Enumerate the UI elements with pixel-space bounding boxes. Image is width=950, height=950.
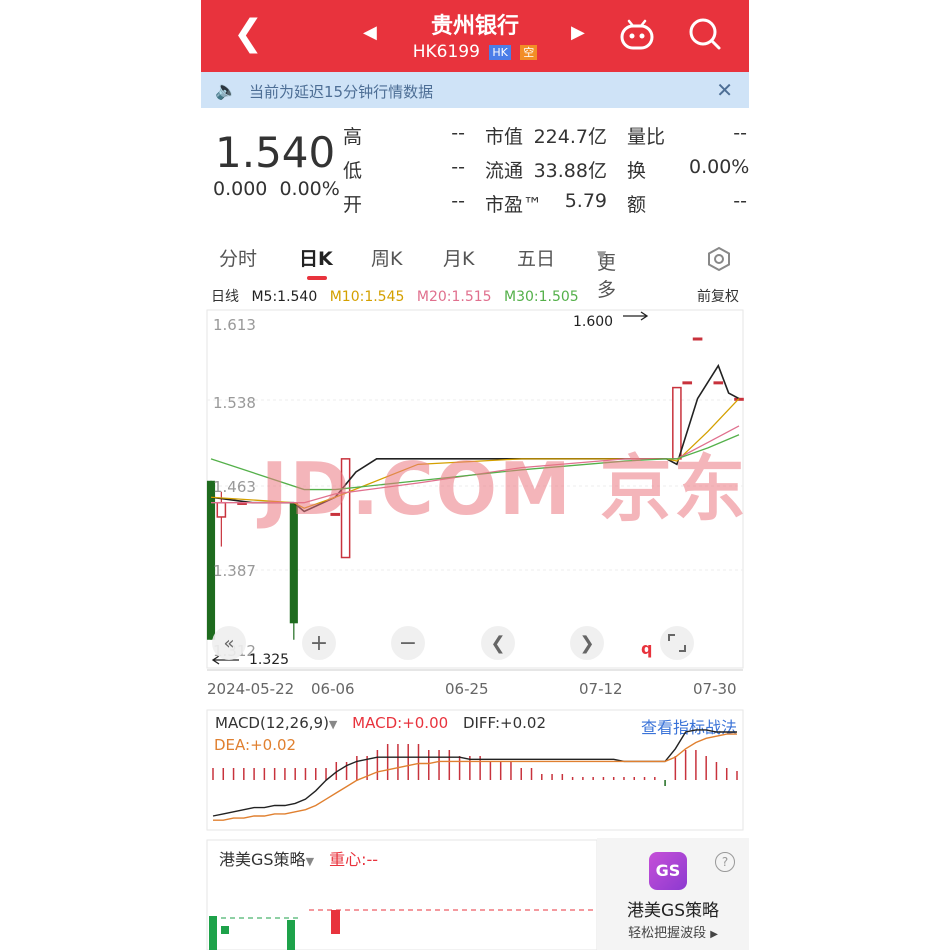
adjust-mode[interactable]: 前复权 [697,286,739,306]
pe-value: 5.79 [564,190,607,212]
gs-bar [209,916,217,950]
search-icon[interactable] [687,16,723,52]
open-label: 开 [343,194,363,216]
dea-line [213,733,737,821]
delay-notice-bar: 🔈 当前为延迟15分钟行情数据 ✕ [201,72,749,108]
high-label: 高 [343,126,363,148]
gs-bar [221,926,229,934]
x-tick-label: 07-30 [693,680,737,698]
caret-down-icon: ▼ [597,248,607,262]
gs-strategy-chart [206,839,597,950]
fullscreen-button[interactable] [660,626,694,660]
period-tabs: 分时 日K 周K 月K 五日 更多 ▼ [201,240,749,301]
macd-chart [206,709,744,831]
volume-ratio-value: -- [733,122,747,144]
arrow-right-icon [623,311,649,321]
x-tick-label: 2024-05-22 [207,680,294,698]
settings-hexagon-icon[interactable] [706,246,732,272]
prev-candle-button[interactable]: ❮ [481,626,515,660]
gs-promo-subtitle-text: 轻松把握波段 [628,926,707,941]
low-label: 低 [343,160,363,182]
tab-daily-k[interactable]: 日K [299,244,333,271]
market-cap-label: 市值 [485,126,524,148]
low-marker-label: 1.325 [249,652,289,668]
play-icon: ▶ [710,929,718,940]
market-cap-value: 224.7亿 [533,126,607,148]
turnover-label: 换 [627,160,647,182]
next-candle-button[interactable]: ❯ [570,626,604,660]
stock-name: 贵州银行 [430,14,519,39]
ma30-value: M30:1.505 [504,289,579,305]
top-bar: ❮ ◀ 贵州银行 HK6199 HK 空 ▶ [201,0,749,72]
q-marker: q [641,639,652,658]
help-icon[interactable]: ? [715,852,735,872]
svg-text:❯: ❯ [579,633,594,654]
speaker-icon: 🔈 [215,80,238,101]
ma5-value: M5:1.540 [251,289,318,305]
market-badge: HK [489,44,511,60]
quote-panel: 1.540 0.000 0.00% 高 低 开 -- -- -- 市值 流通 市… [201,108,749,228]
open-value: -- [451,190,465,212]
stock-code-line: HK6199 HK 空 [201,42,749,62]
gs-bar [331,910,340,934]
high-marker-label: 1.600 [573,314,613,330]
x-tick-label: 06-06 [311,680,355,698]
svg-text:❮: ❮ [490,633,505,654]
zoom-in-button[interactable]: + [302,626,336,660]
amount-value: -- [733,190,747,212]
y-tick-label: 1.463 [213,478,256,496]
delay-notice-text: 当前为延迟15分钟行情数据 [249,83,434,101]
svg-text:−: − [399,631,417,656]
tab-weekly-k[interactable]: 周K [371,244,402,271]
volume-ratio-label: 量比 [627,126,666,148]
jd-watermark: JD.COM 京东 [261,447,748,531]
svg-text:«: « [223,633,234,654]
candle [692,337,703,341]
gs-logo: GS [649,852,687,890]
gs-promo-subtitle[interactable]: 轻松把握波段 ▶ [597,922,749,941]
next-stock-icon[interactable]: ▶ [571,22,585,43]
svg-text:+: + [310,631,328,656]
x-tick-label: 07-12 [579,680,623,698]
gs-promo-card[interactable]: GS ? 港美GS策略 轻松把握波段 ▶ [597,838,749,950]
gs-frame [206,839,597,950]
amount-label: 额 [627,194,647,216]
candle [713,381,724,385]
float-label: 流通 [485,160,524,182]
change-amount: 0.000 [213,178,268,200]
ma-legend: 日线 M5:1.540 M10:1.545 M20:1.515 M30:1.50… [211,286,579,306]
active-tab-indicator [307,276,327,280]
zoom-out-button[interactable]: − [391,626,425,660]
macd-frame [206,709,744,831]
last-price: 1.540 [215,128,336,177]
diff-line [212,729,737,817]
float-value: 33.88亿 [533,160,607,182]
candle [206,480,216,640]
close-icon[interactable]: ✕ [716,78,733,102]
price-change: 0.000 0.00% [213,178,340,200]
short-badge: 空 [520,44,538,60]
gs-promo-title: 港美GS策略 [627,901,719,921]
phone-screen: ❮ ◀ 贵州银行 HK6199 HK 空 ▶ 🔈 当前为延迟15分钟行情数据 ✕… [201,0,749,950]
low-value: -- [451,156,465,178]
stock-code: HK6199 [412,42,480,62]
ma10-value: M10:1.545 [329,289,405,305]
ma-line-type: 日线 [211,289,239,305]
robot-assistant-icon[interactable] [619,18,655,50]
tab-timeshare[interactable]: 分时 [219,244,257,271]
turnover-value: 0.00% [689,156,749,178]
x-tick-label: 06-25 [445,680,489,698]
y-tick-label: 1.387 [213,562,256,580]
gs-bar [287,920,295,950]
y-tick-label: 1.613 [213,316,256,334]
candle [216,501,227,518]
candle [682,381,693,385]
y-tick-label: 1.538 [213,394,256,412]
tab-five-day[interactable]: 五日 [517,244,555,271]
ma20-value: M20:1.515 [416,289,492,305]
scroll-left-button[interactable]: « [212,626,246,660]
high-value: -- [451,122,465,144]
change-percent: 0.00% [279,178,340,200]
tab-monthly-k[interactable]: 月K [443,244,474,271]
